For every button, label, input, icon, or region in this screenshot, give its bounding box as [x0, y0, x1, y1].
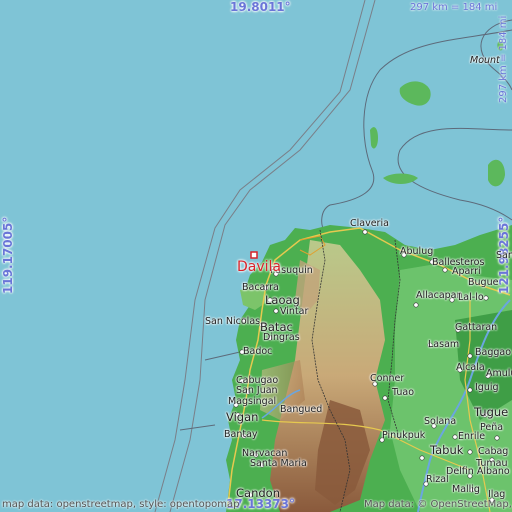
place-san-nicolas[interactable]: San Nicolas: [205, 316, 260, 327]
place-vigan[interactable]: Vigan: [226, 410, 258, 424]
place-badoc[interactable]: Badoc: [243, 346, 272, 357]
place-bacarra[interactable]: Bacarra: [242, 282, 279, 293]
place-tuao[interactable]: Tuao: [392, 387, 414, 398]
place-cabagan[interactable]: Cabag: [478, 446, 508, 457]
highlight-place-davila[interactable]: Davila: [237, 259, 281, 275]
top-latitude-label: 19.8011°: [230, 0, 291, 14]
place-magsingal[interactable]: Magsingal: [228, 396, 276, 407]
place-vintar[interactable]: Vintar: [280, 306, 308, 317]
place-baggao[interactable]: Baggao: [475, 347, 511, 358]
attribution-right: Map data: © OpenStreetMap, SRTM | Style:…: [364, 499, 512, 510]
place-amulung[interactable]: Amulung: [486, 368, 512, 379]
place-san-juan[interactable]: San Juan: [236, 385, 278, 396]
topographic-map[interactable]: 19.8011° 17.13373° 119.17005° 121.98255°…: [0, 0, 512, 512]
place-laoag[interactable]: Laoag: [265, 293, 300, 307]
attribution: map data: openstreetmap, style: opentopo…: [2, 499, 240, 510]
place-penablanca[interactable]: Peña: [480, 422, 503, 433]
place-solana[interactable]: Solana: [424, 416, 456, 427]
place-lasam[interactable]: Lasam: [428, 339, 459, 350]
davila-marker: [250, 251, 258, 259]
island-camiguin: [370, 127, 378, 149]
place-mallig[interactable]: Mallig: [452, 484, 480, 495]
scale-horizontal: 297 km = 184 mi: [410, 2, 498, 13]
place-aparri[interactable]: Aparri: [452, 266, 481, 277]
place-santa-maria[interactable]: Santa Maria: [250, 458, 307, 469]
place-delfin-albano[interactable]: Delfin Albano: [446, 466, 510, 477]
place-conner[interactable]: Conner: [370, 373, 404, 384]
place-tabuk[interactable]: Tabuk: [430, 443, 463, 457]
place-pinukpuk[interactable]: Pinukpuk: [382, 430, 425, 441]
place-santa-ana[interactable]: Sant: [496, 250, 512, 261]
place-bantay[interactable]: Bantay: [224, 429, 258, 440]
place-iguig[interactable]: Iguig: [475, 382, 499, 393]
place-bangued[interactable]: Bangued: [280, 404, 322, 415]
place-claveria[interactable]: Claveria: [350, 218, 389, 229]
place-allacapan[interactable]: Allacapan: [416, 290, 463, 301]
place-dingras[interactable]: Dingras: [263, 332, 300, 343]
place-lal-lo[interactable]: Lal-lo: [458, 292, 484, 303]
left-longitude-label: 119.17005°: [1, 216, 15, 294]
place-tuguegarao[interactable]: Tugue: [474, 405, 508, 419]
place-candon[interactable]: Candon: [236, 486, 280, 500]
place-mount[interactable]: Mount: [470, 55, 500, 66]
place-abulug[interactable]: Abulug: [400, 246, 433, 257]
place-gattaran[interactable]: Gattaran: [455, 322, 497, 333]
place-buguey[interactable]: Bugue: [468, 277, 498, 288]
place-alcala[interactable]: Alcala: [456, 362, 485, 373]
place-rizal[interactable]: Rizal: [426, 474, 449, 485]
